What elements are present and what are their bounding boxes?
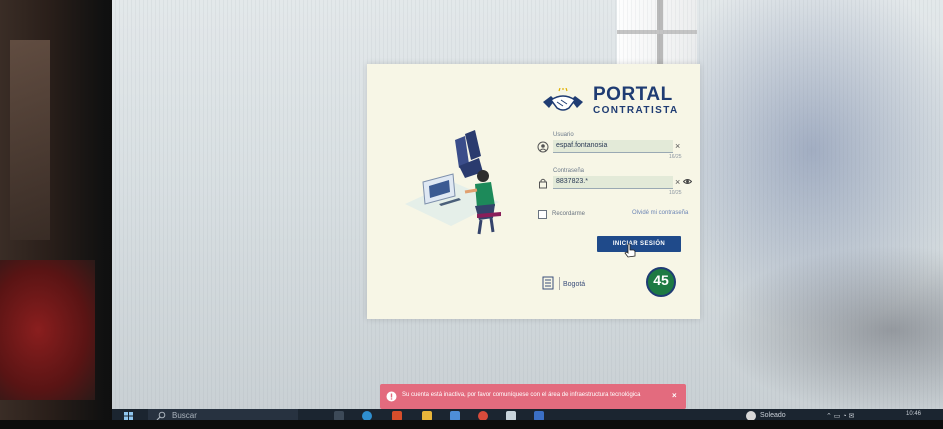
- forgot-password-link[interactable]: Olvidé mi contraseña: [632, 210, 688, 216]
- checkbox-box[interactable]: [538, 210, 547, 219]
- warning-icon: [386, 391, 397, 402]
- photo-stage: PORTAL CONTRATISTA Usuario espaf.fontano…: [0, 0, 943, 429]
- password-field: Contraseña 8837823.* × 10/25: [537, 168, 692, 198]
- brand-subtitle: CONTRATISTA: [593, 105, 679, 116]
- portal-logo: PORTAL CONTRATISTA: [541, 84, 691, 124]
- logo-divider: [559, 277, 560, 290]
- monitor-bezel-bottom: [0, 420, 943, 429]
- taskbar-clock[interactable]: 10:46: [906, 411, 921, 417]
- search-placeholder: Buscar: [172, 411, 197, 420]
- coat-of-arms-icon: [542, 276, 554, 290]
- wall-shadow: [10, 40, 50, 240]
- badge-number: 45: [653, 272, 669, 288]
- handshake-icon: [543, 88, 583, 111]
- weather-text: Soleado: [760, 412, 786, 419]
- tray-icons[interactable]: ⌃ ▭ ◔ ✉: [826, 412, 854, 420]
- hand-cursor-icon: [624, 243, 636, 258]
- red-object: [0, 260, 95, 400]
- brand-title: PORTAL: [593, 84, 673, 105]
- remember-me-checkbox[interactable]: Recordarme: [537, 209, 597, 221]
- remember-me-label: Recordarme: [552, 211, 586, 217]
- toast-close-icon[interactable]: ×: [672, 391, 677, 400]
- partner-name: Bogotá: [563, 281, 586, 288]
- eye-icon[interactable]: [683, 177, 692, 186]
- anniversary-badge: 45: [646, 267, 676, 297]
- login-button[interactable]: INICIAR SESIÓN: [597, 236, 681, 252]
- password-label: Contraseña: [553, 168, 585, 174]
- username-value: espaf.fontanosia: [556, 142, 608, 149]
- user-icon: [537, 141, 549, 153]
- partner-logo: Bogotá: [539, 274, 599, 294]
- workspace-illustration: [405, 130, 501, 235]
- login-card: PORTAL CONTRATISTA Usuario espaf.fontano…: [367, 64, 700, 319]
- lock-icon: [539, 178, 547, 189]
- password-counter: 10/25: [669, 190, 682, 196]
- username-input[interactable]: espaf.fontanosia: [553, 140, 673, 153]
- username-field: Usuario espaf.fontanosia × 16/25: [537, 132, 689, 162]
- toast-message: Su cuenta está inactiva, por favor comun…: [402, 392, 641, 398]
- error-toast: Su cuenta está inactiva, por favor comun…: [380, 384, 686, 409]
- username-label: Usuario: [553, 132, 574, 138]
- password-value: 8837823.*: [556, 178, 588, 185]
- password-input[interactable]: 8837823.*: [553, 176, 673, 189]
- clear-password-icon[interactable]: ×: [675, 177, 680, 187]
- room-background: [0, 0, 120, 429]
- username-counter: 16/25: [669, 154, 682, 160]
- clear-username-icon[interactable]: ×: [675, 141, 680, 151]
- windows-start-icon[interactable]: [124, 412, 133, 420]
- window-reflection: [617, 0, 697, 70]
